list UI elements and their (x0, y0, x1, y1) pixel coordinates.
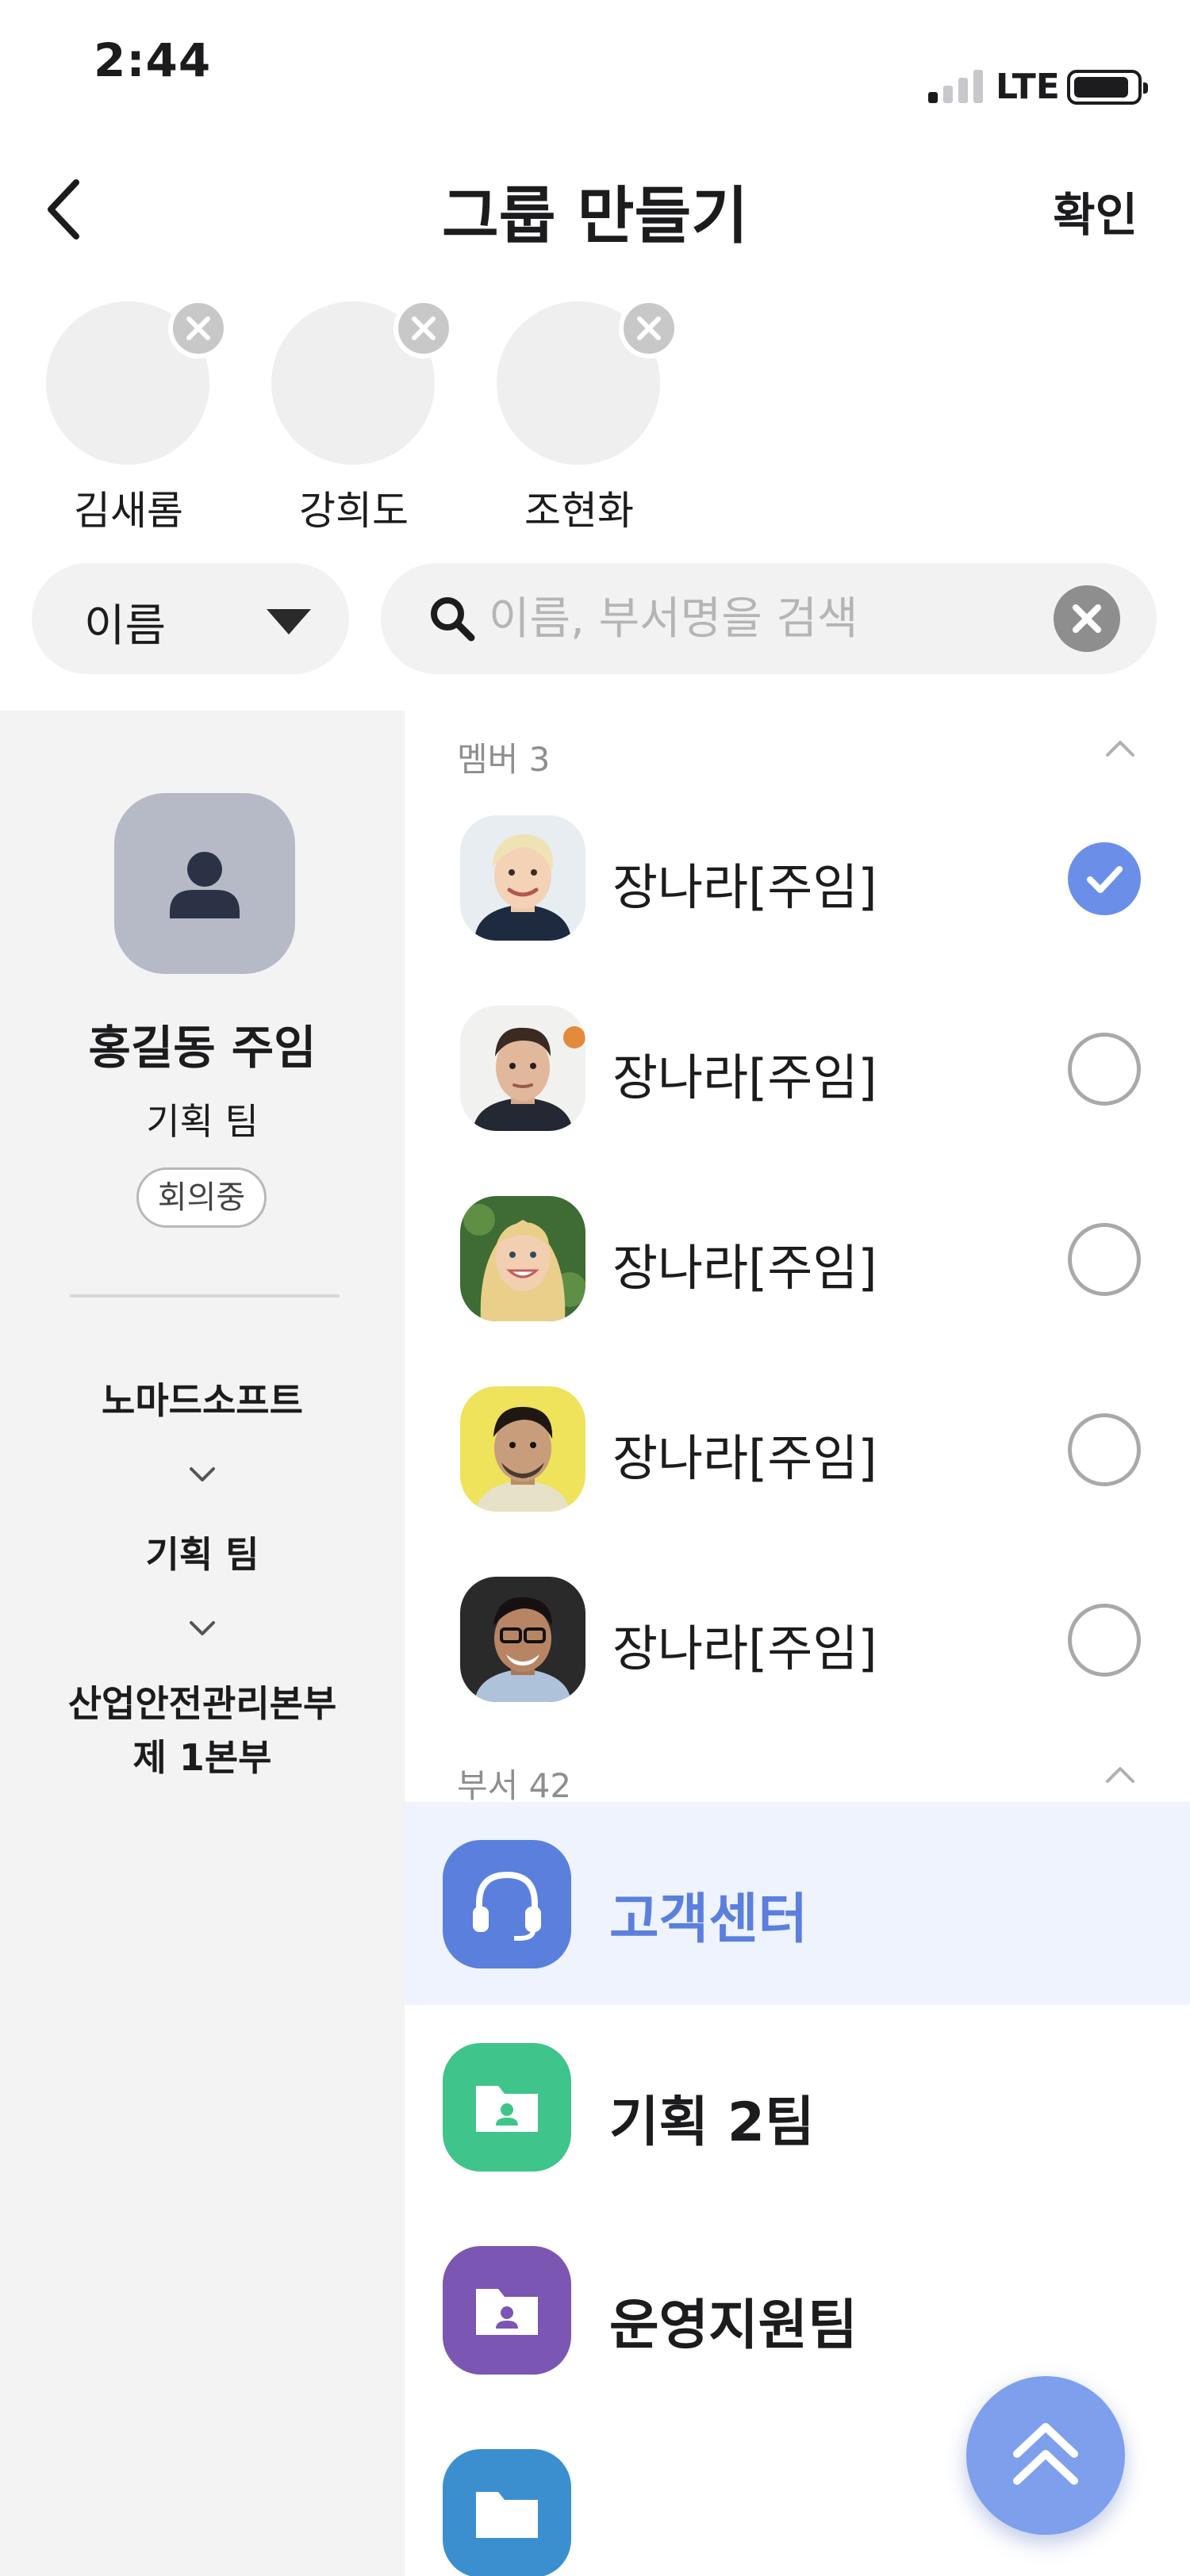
member-row[interactable]: 장나라[주임] (405, 780, 1190, 971)
member-name: 장나라[주임] (612, 858, 877, 916)
member-row[interactable]: 장나라[주임] (405, 1161, 1190, 1351)
checkbox[interactable] (1068, 1223, 1141, 1296)
navigation-bar: 그룹 만들기 확인 (0, 143, 1190, 278)
chevron-down-icon (190, 1621, 215, 1635)
member-name: 장나라[주임] (612, 1620, 877, 1677)
sort-value: 이름 (84, 600, 167, 652)
selected-member-name: 조현화 (524, 488, 634, 534)
org-path-item[interactable]: 기획 팀 (0, 1526, 405, 1578)
double-chevron-up-icon (1013, 2423, 1078, 2485)
checkbox[interactable] (1068, 1604, 1141, 1677)
chevron-up-icon[interactable] (1103, 734, 1138, 763)
selected-member-name: 김새롬 (74, 488, 183, 534)
search-box (381, 563, 1157, 674)
checkbox-checked[interactable] (1068, 842, 1141, 915)
member-name: 장나라[주임] (612, 1429, 877, 1487)
profile-department: 기획 팀 (146, 1100, 259, 1143)
department-row[interactable]: 기획 2팀 (405, 2005, 1190, 2208)
member-photo (460, 815, 585, 941)
signal-icon (928, 68, 983, 103)
chevron-up-icon[interactable] (1103, 1761, 1138, 1789)
close-icon (637, 316, 661, 340)
members-section-header: 멤버 3 (405, 711, 1190, 782)
department-icon-tile (443, 2043, 571, 2172)
profile-name: 홍길동 주임 (88, 1021, 317, 1075)
search-icon (431, 597, 475, 642)
selected-member-chip: 김새롬 (32, 298, 228, 534)
member-photo (460, 1196, 585, 1321)
clear-search-button[interactable] (1054, 585, 1120, 652)
member-row[interactable]: 장나라[주임] (405, 1351, 1190, 1542)
profile-panel: 홍길동 주임 기획 팀 회의중 노마드소프트 기획 팀 산업안전관리본부 제 1… (0, 711, 405, 2576)
org-path-item[interactable]: 노마드소프트 (0, 1372, 405, 1424)
checkbox[interactable] (1068, 1033, 1141, 1106)
sort-dropdown[interactable]: 이름 (32, 563, 349, 674)
member-row[interactable]: 장나라[주임] (405, 1542, 1190, 1732)
department-icon-tile (443, 1840, 571, 1968)
folder-icon (476, 2492, 538, 2538)
checkbox[interactable] (1068, 1413, 1141, 1486)
remove-member-button[interactable] (393, 298, 454, 358)
department-icon-tile (443, 2449, 571, 2576)
selected-member-chip: 조현화 (482, 298, 679, 534)
scroll-to-top-button[interactable] (966, 2376, 1125, 2535)
network-label: LTE (996, 67, 1060, 107)
close-icon (186, 316, 210, 340)
remove-member-button[interactable] (168, 298, 228, 358)
page-title: 그룹 만들기 (442, 181, 748, 252)
department-name: 기획 2팀 (609, 2091, 815, 2154)
departments-section-header: 부서 42 (405, 1737, 1190, 1808)
battery-icon (1067, 70, 1148, 105)
status-bar: 2:44 LTE (0, 0, 1190, 127)
member-row[interactable]: 장나라[주임] (405, 971, 1190, 1161)
status-badge: 회의중 (136, 1167, 267, 1228)
folder-user-icon (476, 2086, 538, 2132)
folder-user-icon (476, 2289, 538, 2335)
department-name: 고객센터 (609, 1888, 808, 1951)
members-section-title: 멤버 3 (457, 740, 551, 779)
department-name: 운영지원팀 (609, 2294, 858, 2357)
caret-down-icon (267, 609, 311, 634)
member-photo (460, 1577, 585, 1702)
close-icon (412, 316, 436, 340)
headset-icon (473, 1871, 541, 1941)
filter-row: 이름 (0, 563, 1190, 674)
org-path-item[interactable]: 산업안전관리본부 제 1본부 (0, 1677, 405, 1784)
confirm-button[interactable]: 확인 (1053, 178, 1138, 244)
search-input[interactable] (489, 582, 1004, 655)
department-row[interactable]: 고객센터 (405, 1802, 1190, 2005)
member-department-list: 멤버 3 장나라[주임] 장나라[주임] 장나라[주임] 장나라[주임] 장나라… (405, 711, 1190, 2576)
selected-members: 김새롬 강희도 조현화 (0, 293, 1190, 539)
status-time: 2:44 (94, 33, 212, 87)
member-name: 장나라[주임] (612, 1239, 877, 1297)
user-icon (170, 852, 240, 918)
check-icon (1087, 866, 1123, 893)
selected-member-chip: 강희도 (257, 298, 454, 534)
divider (70, 1294, 340, 1298)
department-icon-tile (443, 2246, 571, 2375)
member-photo (460, 1006, 585, 1131)
chevron-down-icon (190, 1467, 215, 1482)
close-icon (1073, 604, 1101, 633)
selected-member-name: 강희도 (299, 488, 409, 534)
departments-section-title: 부서 42 (457, 1766, 572, 1805)
remove-member-button[interactable] (619, 298, 679, 358)
avatar (114, 793, 295, 974)
member-photo (460, 1386, 585, 1512)
member-name: 장나라[주임] (612, 1048, 877, 1106)
